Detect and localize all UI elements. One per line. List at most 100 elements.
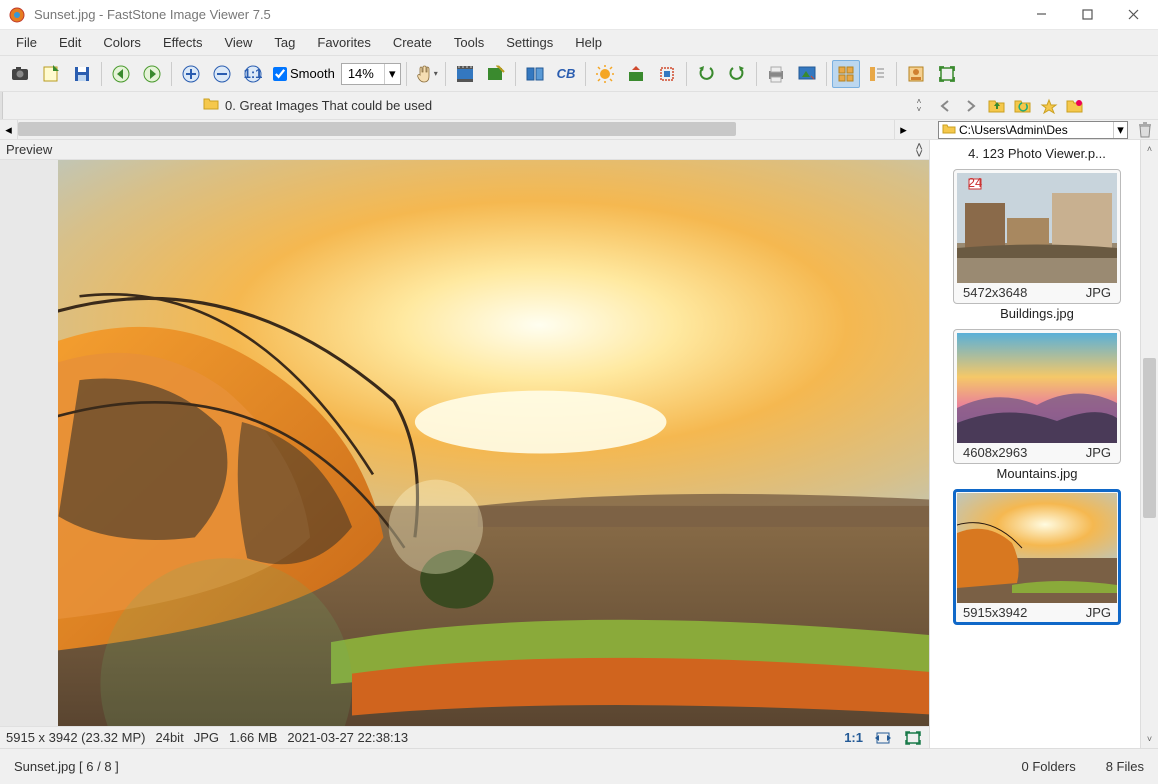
resize-icon[interactable] <box>622 60 650 88</box>
view-thumbnails-icon[interactable] <box>832 60 860 88</box>
menu-tag[interactable]: Tag <box>264 32 305 53</box>
smooth-label: Smooth <box>290 66 335 81</box>
info-date: 2021-03-27 22:38:13 <box>287 730 408 745</box>
nav-back-icon[interactable] <box>934 95 956 117</box>
thumbnail-list[interactable]: 4. 123 Photo Viewer.p... 24 5472x3648 JPG <box>930 140 1140 748</box>
title-bar: Sunset.jpg - FastStone Image Viewer 7.5 <box>0 0 1158 30</box>
svg-text:24: 24 <box>968 175 982 190</box>
hscroll-thumb[interactable] <box>18 122 736 136</box>
prev-image-icon[interactable] <box>107 60 135 88</box>
slideshow-icon[interactable] <box>451 60 479 88</box>
preview-header-label: Preview <box>6 142 915 157</box>
nav-up-icon[interactable] <box>986 95 1008 117</box>
info-depth: 24bit <box>155 730 183 745</box>
wallpaper-icon[interactable] <box>793 60 821 88</box>
nav-refresh-icon[interactable] <box>1012 95 1034 117</box>
info-format: JPG <box>194 730 219 745</box>
thumbnail-pane: 4. 123 Photo Viewer.p... 24 5472x3648 JPG <box>930 140 1158 748</box>
print-icon[interactable] <box>762 60 790 88</box>
thumb-vscroll[interactable]: ˄ ˅ <box>1140 140 1158 748</box>
rotate-left-icon[interactable] <box>692 60 720 88</box>
zoom-in-icon[interactable] <box>177 60 205 88</box>
thumb-image <box>957 493 1117 603</box>
status-bar: Sunset.jpg [ 6 / 8 ] 0 Folders 8 Files <box>0 748 1158 784</box>
hscroll-row: ◂ ▸ C:\Users\Admin\Des ▾ <box>0 120 1158 140</box>
preview-pane: Preview ˄˅ <box>0 140 930 748</box>
menu-create[interactable]: Create <box>383 32 442 53</box>
vscroll-up-icon[interactable]: ˄ <box>1141 140 1158 158</box>
contact-sheet-icon[interactable] <box>902 60 930 88</box>
close-button[interactable] <box>1110 0 1156 30</box>
minimize-button[interactable] <box>1018 0 1064 30</box>
hand-tool-icon[interactable]: ▾ <box>412 60 440 88</box>
batch-convert-icon[interactable]: CB <box>552 60 580 88</box>
vscroll-thumb[interactable] <box>1143 358 1156 518</box>
path-text: C:\Users\Admin\Des <box>959 123 1113 137</box>
menu-colors[interactable]: Colors <box>93 32 151 53</box>
preview-image <box>58 160 929 726</box>
menu-bar: File Edit Colors Effects View Tag Favori… <box>0 30 1158 56</box>
menu-tools[interactable]: Tools <box>444 32 494 53</box>
folder-icon <box>203 97 219 114</box>
thumb-dims: 5472x3648 <box>963 285 1027 300</box>
menu-effects[interactable]: Effects <box>153 32 213 53</box>
adjust-lighting-icon[interactable] <box>591 60 619 88</box>
zoom-out-icon[interactable] <box>208 60 236 88</box>
thumb-dims: 5915x3942 <box>963 605 1027 620</box>
zoom-actual-icon[interactable]: 1:1 <box>239 60 267 88</box>
preview-header: Preview ˄˅ <box>0 140 929 160</box>
folder-updown[interactable]: ˄˅ <box>910 98 928 113</box>
nav-favorite-icon[interactable] <box>1038 95 1060 117</box>
hscroll-right-icon[interactable]: ▸ <box>894 120 912 139</box>
menu-file[interactable]: File <box>6 32 47 53</box>
main-area: Preview ˄˅ <box>0 140 1158 748</box>
recycle-bin-icon[interactable] <box>1132 120 1158 139</box>
menu-edit[interactable]: Edit <box>49 32 91 53</box>
nav-tag-icon[interactable] <box>1064 95 1086 117</box>
thumb-fmt: JPG <box>1086 445 1111 460</box>
menu-help[interactable]: Help <box>565 32 612 53</box>
thumb-text-top[interactable]: 4. 123 Photo Viewer.p... <box>936 144 1138 163</box>
next-image-icon[interactable] <box>138 60 166 88</box>
crop-icon[interactable] <box>653 60 681 88</box>
smooth-checkbox[interactable] <box>273 67 287 81</box>
hscroll-track[interactable] <box>18 120 894 139</box>
menu-favorites[interactable]: Favorites <box>307 32 380 53</box>
svg-text:CB: CB <box>556 66 575 81</box>
maximize-button[interactable] <box>1064 0 1110 30</box>
zoom-combo[interactable]: 14% ▾ <box>341 63 401 85</box>
window-title: Sunset.jpg - FastStone Image Viewer 7.5 <box>34 7 1018 22</box>
view-details-icon[interactable] <box>863 60 891 88</box>
menu-view[interactable]: View <box>214 32 262 53</box>
hscroll-left-icon[interactable]: ◂ <box>0 120 18 139</box>
thumb-item-buildings[interactable]: 24 5472x3648JPG Buildings.jpg <box>936 169 1138 323</box>
fit-width-icon[interactable] <box>873 729 893 747</box>
preview-updown-icon[interactable]: ˄˅ <box>915 143 923 157</box>
fit-window-icon[interactable] <box>903 729 923 747</box>
rotate-right-icon[interactable] <box>723 60 751 88</box>
zoom-value: 14% <box>342 66 384 81</box>
nav-forward-icon[interactable] <box>960 95 982 117</box>
fullscreen-icon[interactable] <box>933 60 961 88</box>
chevron-down-icon[interactable]: ▾ <box>384 64 400 84</box>
folder-label[interactable]: 0. Great Images That could be used <box>225 98 432 113</box>
splitter[interactable] <box>0 92 3 119</box>
save-as-icon[interactable] <box>37 60 65 88</box>
save-icon[interactable] <box>68 60 96 88</box>
chevron-down-icon[interactable]: ▾ <box>1113 122 1127 138</box>
info-ratio[interactable]: 1:1 <box>844 730 863 745</box>
preview-body[interactable] <box>0 160 929 726</box>
thumb-item-sunset[interactable]: 5915x3942JPG <box>936 489 1138 625</box>
capture-icon[interactable] <box>6 60 34 88</box>
vscroll-down-icon[interactable]: ˅ <box>1141 730 1158 748</box>
info-size: 1.66 MB <box>229 730 277 745</box>
slideshow-builder-icon[interactable] <box>482 60 510 88</box>
toolbar: 1:1 Smooth 14% ▾ ▾ CB <box>0 56 1158 92</box>
menu-settings[interactable]: Settings <box>496 32 563 53</box>
thumb-dims: 4608x2963 <box>963 445 1027 460</box>
thumb-item-mountains[interactable]: 4608x2963JPG Mountains.jpg <box>936 329 1138 483</box>
path-combo[interactable]: C:\Users\Admin\Des ▾ <box>938 121 1128 139</box>
thumb-image <box>957 333 1117 443</box>
compare-icon[interactable] <box>521 60 549 88</box>
status-files: 8 Files <box>1100 759 1150 774</box>
